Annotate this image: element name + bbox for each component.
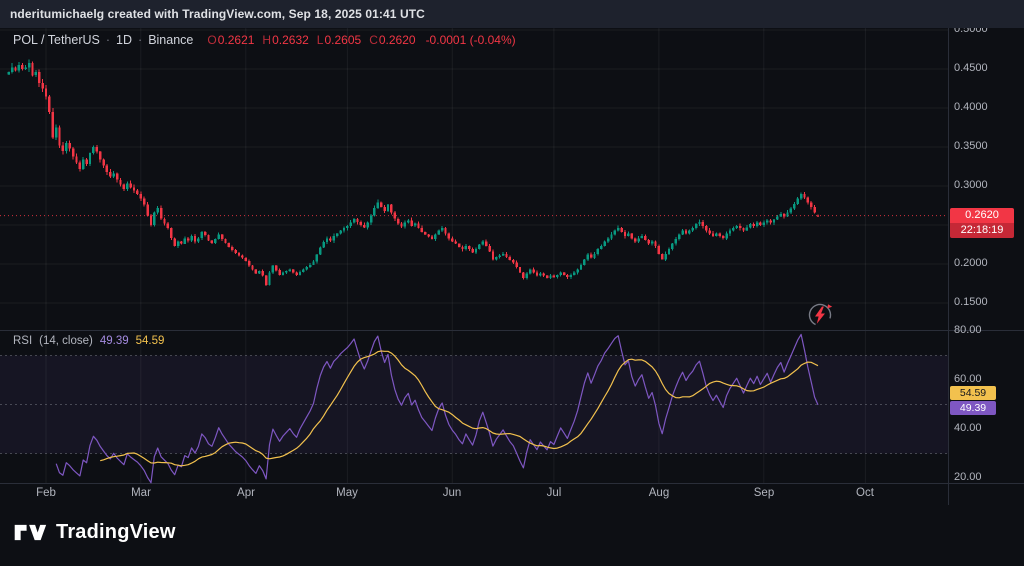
time-tick-label: Oct: [856, 487, 874, 499]
open-value: O0.2621: [207, 33, 254, 47]
quick-action-button[interactable]: [806, 301, 834, 329]
rsi-tick-label: 60.00: [954, 373, 982, 385]
lightning-icon: [806, 301, 834, 329]
tradingview-logo: [13, 519, 47, 546]
ohlc-values: O0.2621 H0.2632 L0.2605 C0.2620 -0.0001 …: [207, 33, 515, 47]
time-tick-label: Jul: [547, 487, 562, 499]
time-tick-label: Apr: [237, 487, 255, 499]
change-value: -0.0001 (-0.04%): [426, 33, 516, 47]
rsi-ma-current-value: 54.59: [136, 335, 165, 347]
footer-brand[interactable]: TradingView: [13, 519, 176, 546]
price-tick-label: 0.3000: [954, 179, 988, 191]
rsi-legend: RSI (14, close) 49.39 54.59: [13, 335, 164, 347]
interval-label[interactable]: 1D: [116, 33, 132, 47]
price-tick-label: 0.4000: [954, 101, 988, 113]
rsi-title[interactable]: RSI: [13, 335, 32, 347]
rsi-tick-label: 40.00: [954, 422, 982, 434]
candlestick-series: [8, 60, 820, 286]
last-price-value: 0.2620: [950, 208, 1014, 223]
rsi-tick-label: 20.00: [954, 471, 982, 483]
rsi-value-axis-label: 49.39: [950, 401, 996, 415]
time-tick-label: Jun: [443, 487, 462, 499]
price-tick-label: 0.2000: [954, 257, 988, 269]
time-tick-label: May: [336, 487, 358, 499]
time-tick-label: Mar: [131, 487, 151, 499]
low-value: L0.2605: [317, 33, 361, 47]
legend-separator: ·: [138, 33, 142, 47]
attribution-text: nderitumichaelg created with TradingView…: [10, 7, 425, 21]
exchange-label[interactable]: Binance: [148, 33, 193, 47]
time-tick-label: Aug: [649, 487, 669, 499]
chart-canvas[interactable]: [0, 0, 1024, 566]
rsi-ma-axis-label: 54.59: [950, 386, 996, 400]
bar-countdown: 22:18:19: [950, 223, 1014, 238]
high-value: H0.2632: [262, 33, 308, 47]
attribution-bar: nderitumichaelg created with TradingView…: [0, 0, 1024, 28]
rsi-current-value: 49.39: [100, 335, 129, 347]
price-tick-label: 0.1500: [954, 296, 988, 308]
symbol-title[interactable]: POL / TetherUS: [13, 33, 100, 47]
close-value: C0.2620: [369, 33, 415, 47]
rsi-tick-label: 80.00: [954, 324, 982, 336]
tradingview-snapshot: nderitumichaelg created with TradingView…: [0, 0, 1024, 566]
symbol-legend: POL / TetherUS · 1D · Binance O0.2621 H0…: [13, 33, 516, 47]
time-tick-label: Feb: [36, 487, 56, 499]
brand-wordmark: TradingView: [56, 521, 176, 544]
time-tick-label: Sep: [754, 487, 774, 499]
last-price-label: 0.2620 22:18:19: [950, 208, 1014, 238]
rsi-params: (14, close): [39, 335, 93, 347]
legend-separator: ·: [106, 33, 110, 47]
price-tick-label: 0.4500: [954, 62, 988, 74]
price-tick-label: 0.3500: [954, 140, 988, 152]
